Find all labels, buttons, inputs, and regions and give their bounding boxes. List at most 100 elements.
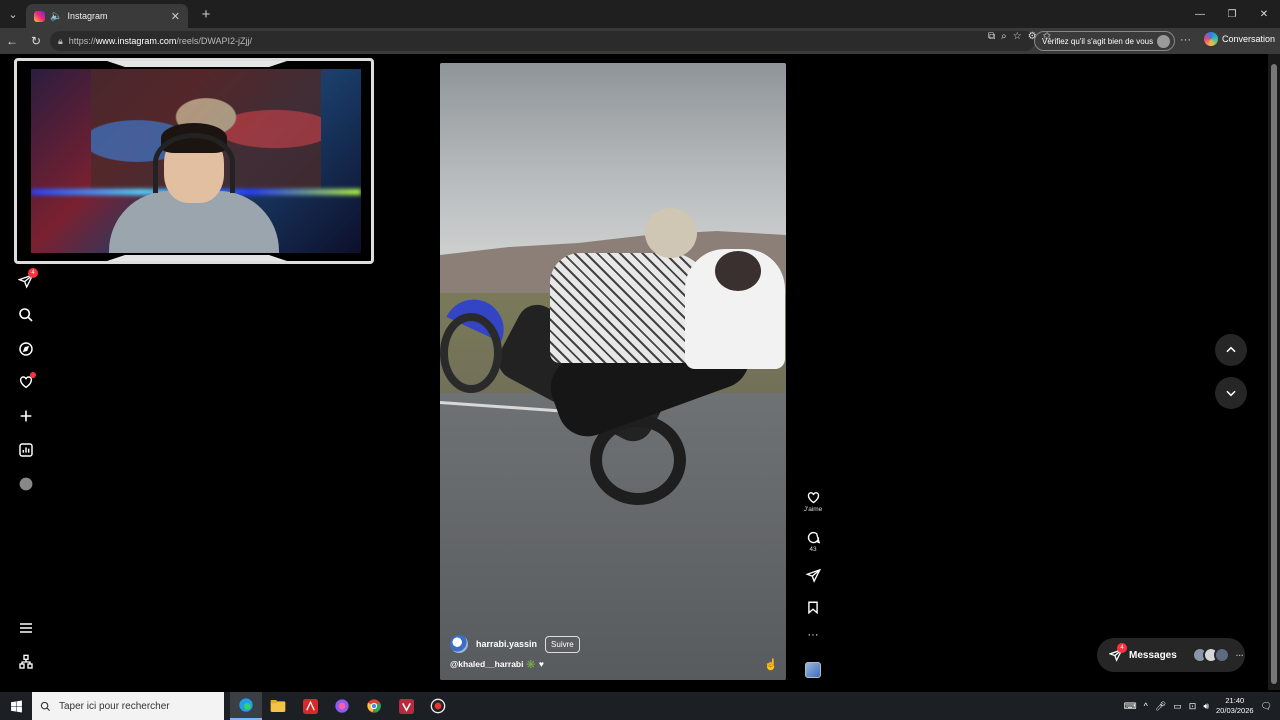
keyboard-icon[interactable]: ⌨ bbox=[1124, 701, 1137, 712]
chevron-up-icon bbox=[1226, 346, 1236, 353]
close-window-button[interactable]: ✕ bbox=[1248, 0, 1280, 28]
browser-menu-icon[interactable]: ··· bbox=[1180, 34, 1191, 46]
verify-label: Vérifiez qu'il s'agit bien de vous bbox=[1042, 36, 1154, 46]
author-avatar[interactable] bbox=[450, 635, 468, 653]
messages-badge: 4 bbox=[1117, 643, 1127, 653]
taskbar-search-box[interactable]: Taper ici pour rechercher bbox=[32, 692, 224, 720]
browser-tab-instagram[interactable]: 🔈 Instagram ✕ bbox=[26, 4, 188, 28]
taskbar-clock[interactable]: 21:40 20/03/2026 bbox=[1216, 696, 1254, 716]
motorcycle-front-wheel bbox=[440, 313, 502, 393]
tab-close-icon[interactable]: ✕ bbox=[171, 10, 180, 23]
refresh-button[interactable]: ↻ bbox=[24, 28, 48, 54]
minimize-button[interactable]: — bbox=[1184, 0, 1216, 28]
windows-logo-icon bbox=[10, 700, 22, 712]
bookmark-icon[interactable] bbox=[806, 600, 820, 615]
windows-taskbar: Taper ici pour rechercher ⌨ ^ 🎤︎ ▭ ⊡ 🔊︎ bbox=[0, 692, 1280, 720]
streamer bbox=[109, 121, 279, 253]
comment-action[interactable]: 43 bbox=[800, 530, 826, 553]
original-audio-action[interactable] bbox=[800, 662, 826, 678]
next-reel-button[interactable] bbox=[1215, 377, 1247, 409]
system-tray: ⌨ ^ 🎤︎ ▭ ⊡ 🔊︎ 21:40 20/03/2026 🗨︎ bbox=[1124, 692, 1280, 720]
audio-playing-icon[interactable]: 🔈 bbox=[50, 11, 62, 22]
microphone-icon[interactable]: 🎤︎ bbox=[1155, 701, 1166, 712]
headset bbox=[153, 133, 235, 193]
follow-button[interactable]: Suivre bbox=[545, 635, 580, 653]
notification-center-icon[interactable]: 🗨︎ bbox=[1261, 701, 1272, 712]
rider-front-helmet bbox=[645, 208, 697, 258]
webcam-frame-decoration bbox=[107, 61, 287, 67]
profile-verify-button[interactable]: Vérifiez qu'il s'agit bien de vous bbox=[1034, 31, 1176, 51]
acrobat-taskbar-icon[interactable] bbox=[294, 692, 326, 720]
site-info-lock-icon[interactable]: 🔒︎ bbox=[58, 36, 63, 47]
messenger-taskbar-icon[interactable] bbox=[326, 692, 358, 720]
url-host: www.instagram.com bbox=[95, 36, 177, 46]
more-menu-icon[interactable] bbox=[17, 619, 35, 637]
create-plus-icon[interactable] bbox=[17, 407, 35, 425]
messages-label: Messages bbox=[1129, 649, 1177, 661]
share-action[interactable] bbox=[800, 568, 826, 583]
conversation-label: Conversation bbox=[1222, 34, 1276, 44]
file-explorer-taskbar-icon[interactable] bbox=[262, 692, 294, 720]
explore-compass-icon[interactable] bbox=[17, 340, 35, 358]
profile-avatar-icon[interactable] bbox=[17, 475, 35, 493]
maximize-button[interactable]: ❐ bbox=[1216, 0, 1248, 28]
recorder-taskbar-icon[interactable] bbox=[422, 692, 454, 720]
vivaldi-taskbar-icon[interactable] bbox=[390, 692, 422, 720]
mouse-cursor-hand-icon: ☝ bbox=[764, 659, 778, 671]
previous-reel-button[interactable] bbox=[1215, 334, 1247, 366]
webcam-frame-decoration-bottom bbox=[107, 255, 287, 261]
like-heart-icon[interactable] bbox=[806, 490, 821, 505]
browser-tabbar: ⌄ 🔈 Instagram ✕ + — ❐ ✕ bbox=[0, 0, 1280, 28]
like-action[interactable]: J'aime bbox=[800, 490, 826, 513]
edge-taskbar-icon[interactable] bbox=[230, 692, 262, 720]
audio-thumbnail-icon[interactable] bbox=[805, 662, 821, 678]
url-path: /reels/DWAPI2-jZjj/ bbox=[176, 36, 253, 46]
copilot-conversation-button[interactable]: Conversation bbox=[1204, 32, 1275, 46]
windows-start-button[interactable] bbox=[0, 692, 32, 720]
reel-caption: @khaled__harrabi ✳️ ♥ bbox=[450, 659, 544, 670]
copilot-icon bbox=[1204, 32, 1218, 46]
network-icon[interactable]: ⊡ bbox=[1189, 701, 1197, 712]
battery-icon[interactable]: ▭ bbox=[1173, 701, 1182, 712]
zoom-icon[interactable]: ⌕ bbox=[1001, 31, 1007, 42]
notifications-heart-icon[interactable] bbox=[17, 372, 36, 391]
url-prefix: https:// bbox=[68, 36, 96, 46]
comment-bubble-icon[interactable] bbox=[806, 530, 821, 545]
more-options-icon[interactable]: ··· bbox=[800, 630, 826, 641]
share-send-icon[interactable] bbox=[805, 568, 821, 583]
caption-mention[interactable]: @khaled__harrabi bbox=[450, 659, 524, 669]
streamer-webcam-overlay bbox=[14, 58, 374, 264]
more-options-action[interactable]: ··· bbox=[800, 630, 826, 641]
new-tab-button[interactable]: + bbox=[194, 2, 218, 26]
volume-icon[interactable]: 🔊︎ bbox=[1203, 701, 1209, 712]
save-action[interactable] bbox=[800, 600, 826, 615]
also-from-meta-icon[interactable] bbox=[17, 653, 35, 671]
page-scrollbar[interactable] bbox=[1268, 54, 1280, 690]
chevron-down-icon bbox=[1226, 390, 1236, 397]
direct-messages-icon[interactable]: 4 bbox=[17, 268, 38, 290]
dashboard-icon[interactable] bbox=[17, 441, 35, 459]
address-bar[interactable]: 🔒︎ https://www.instagram.com/reels/DWAPI… bbox=[50, 31, 1035, 51]
more-messages-icon: ··· bbox=[1235, 650, 1244, 660]
favorite-star-icon[interactable]: ☆ bbox=[1013, 31, 1022, 42]
clock-date: 20/03/2026 bbox=[1216, 706, 1254, 715]
messages-avatars bbox=[1191, 647, 1230, 663]
split-screen-icon[interactable]: ⧉ bbox=[988, 31, 995, 42]
chrome-taskbar-icon[interactable] bbox=[358, 692, 390, 720]
search-icon[interactable] bbox=[17, 306, 35, 324]
notification-dot bbox=[30, 372, 36, 378]
show-hidden-icons-chevron-icon[interactable]: ^ bbox=[1144, 701, 1148, 711]
taskbar-apps bbox=[230, 692, 454, 720]
clock-time: 21:40 bbox=[1225, 696, 1245, 705]
back-button[interactable]: ← bbox=[0, 28, 24, 54]
scrollbar-thumb[interactable] bbox=[1271, 64, 1277, 684]
author-username[interactable]: harrabi.yassin bbox=[476, 639, 537, 649]
tab-title: Instagram bbox=[67, 11, 108, 21]
like-label: J'aime bbox=[803, 506, 823, 513]
reel-video[interactable]: harrabi.yassin Suivre @khaled__harrabi ✳… bbox=[440, 63, 786, 680]
window-controls: — ❐ ✕ bbox=[1184, 0, 1280, 28]
tab-actions-chevron-icon[interactable]: ⌄ bbox=[0, 0, 26, 28]
rider-back-head bbox=[715, 251, 761, 291]
webcam-feed bbox=[31, 69, 361, 253]
browser-toolbar: ← ↻ 🔒︎ https://www.instagram.com/reels/D… bbox=[0, 28, 1280, 54]
